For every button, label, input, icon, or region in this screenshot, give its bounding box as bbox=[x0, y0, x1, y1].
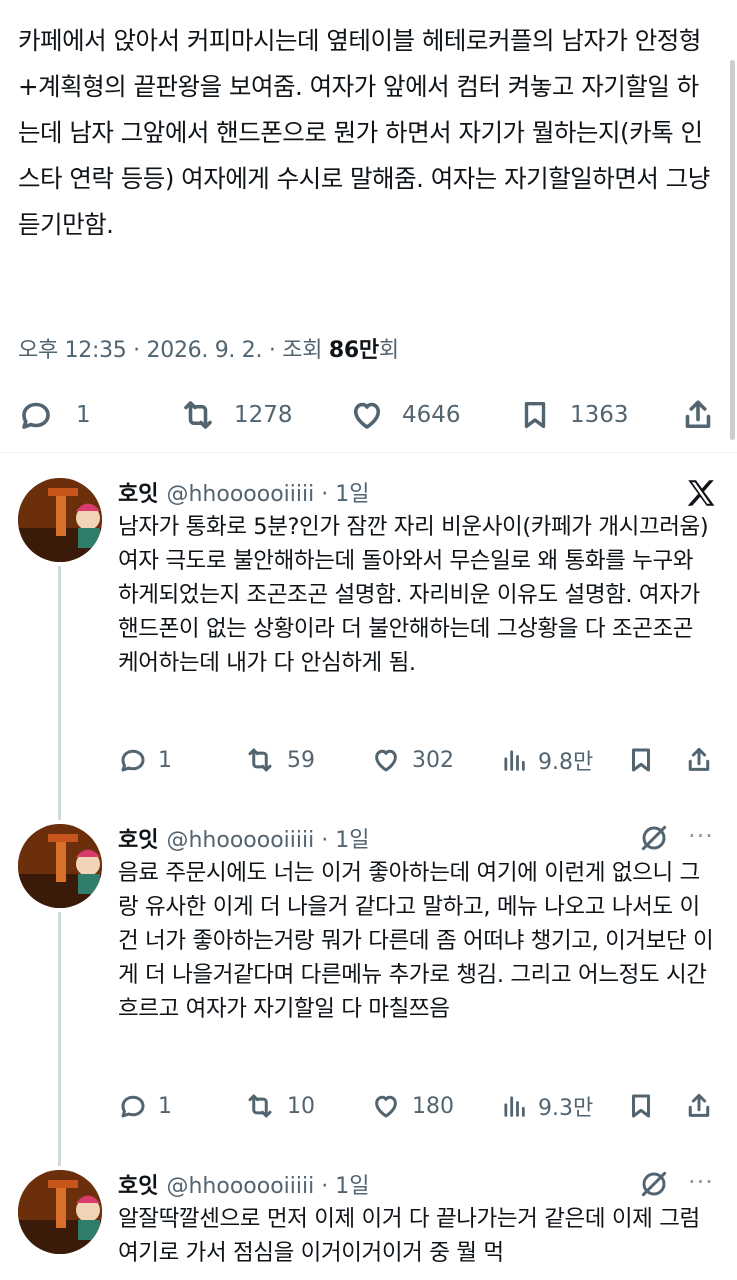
share-button[interactable] bbox=[684, 1088, 714, 1124]
thread-line bbox=[58, 566, 61, 820]
share-icon bbox=[688, 747, 710, 771]
reply-tweet[interactable]: 호잇 @hhoooooiiiii · 1일 ··· 음료 주문시에도 너는 이거 … bbox=[0, 816, 737, 1166]
like-button[interactable]: 4646 bbox=[348, 393, 461, 437]
retweet-icon bbox=[248, 1094, 272, 1118]
like-count: 180 bbox=[412, 1093, 454, 1119]
thread-line bbox=[58, 912, 61, 1166]
reply-header: 호잇 @hhoooooiiiii · 1일 bbox=[118, 1168, 369, 1200]
handle-and-time[interactable]: @hhoooooiiiii · 1일 bbox=[166, 1174, 369, 1199]
views-count: 9.8만 bbox=[538, 750, 594, 775]
views-button[interactable]: 9.8만 bbox=[500, 742, 593, 778]
retweet-icon bbox=[184, 401, 212, 429]
bookmark-button[interactable] bbox=[626, 1088, 656, 1124]
main-tweet-text: 카페에서 앉아서 커피마시는데 옆테이블 헤테로커플의 남자가 안정형+계획형의… bbox=[18, 26, 718, 239]
retweet-button[interactable]: 59 bbox=[243, 742, 315, 778]
reply-icon bbox=[121, 1095, 145, 1118]
reply-count: 1 bbox=[158, 747, 172, 773]
share-icon bbox=[685, 400, 711, 429]
bookmark-count: 1363 bbox=[570, 402, 629, 428]
share-button[interactable] bbox=[684, 742, 714, 778]
avatar-image bbox=[18, 1170, 102, 1254]
reply-header: 호잇 @hhoooooiiiii · 1일 bbox=[118, 822, 369, 854]
handle-and-time[interactable]: @hhoooooiiiii · 1일 bbox=[166, 482, 369, 507]
reply-count: 1 bbox=[76, 402, 91, 428]
reply-button[interactable]: 1 bbox=[118, 1088, 172, 1124]
views-count: 9.3만 bbox=[538, 1096, 594, 1121]
display-name[interactable]: 호잇 bbox=[118, 828, 158, 853]
bookmark-icon bbox=[524, 401, 546, 429]
main-action-bar: 1 1278 4646 1363 bbox=[18, 393, 718, 437]
view-suffix: 회 bbox=[378, 338, 399, 363]
handle-and-time[interactable]: @hhoooooiiiii · 1일 bbox=[166, 828, 369, 853]
avatar[interactable] bbox=[18, 824, 102, 908]
like-icon bbox=[375, 1095, 397, 1118]
like-count: 302 bbox=[412, 747, 454, 773]
display-name[interactable]: 호잇 bbox=[118, 1174, 158, 1199]
reply-button[interactable]: 1 bbox=[118, 742, 172, 778]
reply-text: 남자가 통화로 5분?인가 잠깐 자리 비운사이(카페가 개시끄러움) 여자 극… bbox=[118, 514, 715, 676]
more-icon[interactable]: ··· bbox=[688, 822, 714, 850]
reply-tweet[interactable]: 호잇 @hhoooooiiiii · 1일 남자가 통화로 5분?인가 잠깐 자리… bbox=[0, 470, 737, 820]
grok-icon[interactable] bbox=[638, 822, 670, 854]
retweet-count: 1278 bbox=[234, 402, 293, 428]
views-icon bbox=[504, 750, 525, 771]
more-icon[interactable]: ··· bbox=[688, 1168, 714, 1196]
retweet-icon bbox=[248, 748, 272, 772]
reply-tweet[interactable]: 호잇 @hhoooooiiiii · 1일 ··· 알잘딱깔센으로 먼저 이제 이… bbox=[0, 1162, 737, 1280]
views-icon bbox=[504, 1096, 525, 1117]
reply-header: 호잇 @hhoooooiiiii · 1일 bbox=[118, 476, 369, 508]
reply-icon bbox=[121, 749, 145, 772]
avatar[interactable] bbox=[18, 1170, 102, 1254]
main-tweet: 카페에서 앉아서 커피마시는데 옆테이블 헤테로커플의 남자가 안정형+계획형의… bbox=[0, 0, 737, 452]
like-count: 4646 bbox=[402, 402, 461, 428]
views-button[interactable]: 9.3만 bbox=[500, 1088, 593, 1124]
like-icon bbox=[375, 749, 397, 772]
like-icon bbox=[353, 402, 381, 429]
reply-text: 알잘딱깔센으로 먼저 이제 이거 다 끝나가는거 같은데 이제 그럼 여기로 가… bbox=[118, 1206, 707, 1266]
reply-button[interactable]: 1 bbox=[18, 393, 91, 437]
share-icon bbox=[688, 1093, 710, 1117]
reply-icon bbox=[22, 402, 50, 429]
reply-text: 음료 주문시에도 너는 이거 좋아하는데 여기에 이런게 없으니 그랑 유사한 … bbox=[118, 860, 714, 1022]
divider bbox=[0, 452, 737, 453]
retweet-button[interactable]: 1278 bbox=[178, 393, 293, 437]
like-button[interactable]: 302 bbox=[370, 742, 454, 778]
scrollbar-thumb[interactable] bbox=[730, 60, 735, 440]
avatar[interactable] bbox=[18, 478, 102, 562]
retweet-count: 59 bbox=[287, 747, 315, 773]
reply-action-bar: 1 10 180 9.3만 bbox=[118, 1088, 718, 1124]
like-button[interactable]: 180 bbox=[370, 1088, 454, 1124]
tweet-timestamp: 오후 12:35 · 2026. 9. 2. · 조회 bbox=[18, 338, 329, 363]
x-logo-icon bbox=[687, 480, 715, 506]
grok-icon[interactable] bbox=[638, 1168, 670, 1200]
reply-count: 1 bbox=[158, 1093, 172, 1119]
reply-action-bar: 1 59 302 9.8만 bbox=[118, 742, 718, 778]
avatar-image bbox=[18, 824, 102, 908]
display-name[interactable]: 호잇 bbox=[118, 482, 158, 507]
share-button[interactable] bbox=[680, 393, 716, 437]
retweet-button[interactable]: 10 bbox=[243, 1088, 315, 1124]
retweet-count: 10 bbox=[287, 1093, 315, 1119]
avatar-image bbox=[18, 478, 102, 562]
bookmark-button[interactable]: 1363 bbox=[518, 393, 629, 437]
view-count[interactable]: 86만 bbox=[329, 338, 379, 363]
bookmark-button[interactable] bbox=[626, 742, 656, 778]
bookmark-icon bbox=[632, 748, 650, 772]
tweet-meta: 오후 12:35 · 2026. 9. 2. · 조회 86만회 bbox=[18, 332, 399, 364]
bookmark-icon bbox=[632, 1094, 650, 1118]
